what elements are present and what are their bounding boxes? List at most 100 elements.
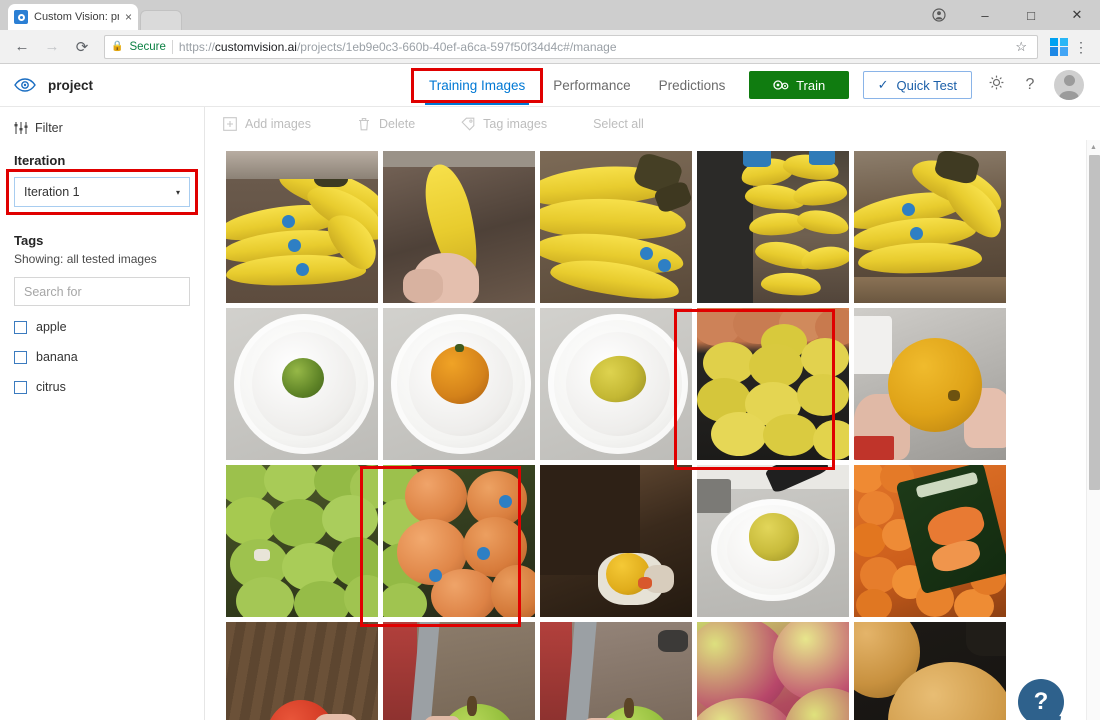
select-all-button[interactable]: Select all (593, 117, 660, 131)
browser-toolbar: ← → ⟳ 🔒 Secure https://customvision.ai/p… (0, 30, 1100, 64)
tag-item-apple[interactable]: apple (14, 320, 190, 334)
tag-item-citrus[interactable]: citrus (14, 380, 190, 394)
delete-label: Delete (379, 116, 416, 131)
sidebar: Filter Iteration Iteration 1 ▾ Tags Show… (0, 107, 205, 720)
browser-tab[interactable]: Custom Vision: project - × (8, 4, 138, 30)
close-icon[interactable]: × (125, 11, 132, 23)
profile-icon[interactable] (916, 0, 962, 30)
avatar[interactable] (1054, 70, 1084, 100)
new-tab-button[interactable] (140, 10, 182, 30)
tag-label-banana: banana (36, 350, 78, 364)
forward-icon[interactable]: → (38, 33, 66, 61)
command-bar: Add images Delete Tag images Select all (205, 107, 1100, 140)
scroll-up-arrow-icon[interactable]: ▲ (1087, 140, 1100, 154)
image-thumbnail[interactable] (854, 465, 1006, 617)
tab-training-images[interactable]: Training Images (415, 65, 539, 105)
add-images-label: Add images (245, 116, 312, 131)
scrollbar-thumb[interactable] (1089, 155, 1100, 490)
browser-menu-icon[interactable]: ⋮ (1070, 40, 1092, 54)
project-name: project (48, 77, 94, 93)
browser-window: Custom Vision: project - × – □ ✕ ← → ⟳ 🔒… (0, 0, 1100, 720)
address-bar[interactable]: 🔒 Secure https://customvision.ai/project… (104, 34, 1038, 59)
back-icon[interactable]: ← (8, 33, 36, 61)
quick-test-button[interactable]: ✓ Quick Test (862, 71, 972, 99)
iteration-heading: Iteration (14, 153, 66, 168)
tab-predictions[interactable]: Predictions (645, 65, 740, 105)
add-images-button[interactable]: Add images (223, 117, 327, 131)
maximize-icon[interactable]: □ (1008, 0, 1054, 30)
help-icon[interactable]: ? (1020, 76, 1040, 94)
checkbox-banana[interactable] (14, 350, 27, 364)
image-thumbnail[interactable] (540, 465, 692, 617)
image-thumbnail[interactable] (697, 151, 849, 303)
filter-label: Filter (35, 121, 63, 135)
help-bubble-label: ? (1033, 688, 1049, 715)
content-area: Add images Delete Tag images Select all (205, 107, 1100, 720)
app-nav-tabs: Training Images Performance Predictions (411, 65, 740, 105)
window-close-icon[interactable]: ✕ (1054, 0, 1100, 30)
tag-label-citrus: citrus (36, 380, 66, 394)
quick-test-label: Quick Test (896, 77, 957, 93)
image-grid-scroll (205, 140, 1086, 720)
iteration-select[interactable]: Iteration 1 ▾ (14, 177, 190, 207)
tag-item-banana[interactable]: banana (14, 350, 190, 364)
gear-icon[interactable] (986, 74, 1006, 96)
image-thumbnail[interactable] (383, 308, 535, 460)
image-thumbnail[interactable] (226, 622, 378, 720)
image-thumbnail[interactable] (226, 151, 378, 303)
image-thumbnail[interactable] (226, 465, 378, 617)
header-actions: Train ✓ Quick Test ? (748, 70, 1100, 100)
chevron-down-icon: ▾ (175, 187, 180, 197)
tag-icon (461, 117, 475, 131)
search-input[interactable] (14, 277, 190, 306)
check-icon: ✓ (877, 77, 889, 92)
minimize-icon[interactable]: – (962, 0, 1008, 30)
image-thumbnail[interactable] (854, 151, 1006, 303)
eye-logo-icon (14, 78, 36, 92)
gears-icon (772, 78, 789, 92)
checkbox-apple[interactable] (14, 320, 27, 334)
vertical-scrollbar[interactable]: ▲ ▼ (1086, 140, 1100, 720)
filter-sliders-icon (14, 122, 28, 134)
filter-control[interactable]: Filter (14, 121, 190, 135)
checkbox-citrus[interactable] (14, 380, 27, 394)
delete-button[interactable]: Delete (357, 117, 431, 131)
lock-icon: 🔒 (111, 41, 124, 52)
image-thumbnail[interactable] (697, 622, 849, 720)
image-thumbnail[interactable] (540, 308, 692, 460)
tag-label-apple: apple (36, 320, 67, 334)
image-thumbnail[interactable] (540, 622, 692, 720)
tags-heading: Tags (14, 233, 44, 248)
secure-label: Secure (129, 40, 166, 53)
image-grid (205, 140, 1086, 720)
train-button[interactable]: Train (748, 71, 849, 99)
image-thumbnail[interactable] (383, 465, 535, 617)
image-thumbnail[interactable] (697, 465, 849, 617)
showing-text: Showing: all tested images (14, 252, 157, 266)
iteration-selected-value: Iteration 1 (24, 185, 80, 199)
windows-extension-icon[interactable] (1050, 37, 1068, 56)
tab-title: Custom Vision: project - (34, 11, 119, 23)
tab-performance[interactable]: Performance (539, 65, 644, 105)
train-button-label: Train (796, 77, 826, 93)
window-controls: – □ ✕ (916, 0, 1100, 30)
tag-images-button[interactable]: Tag images (461, 117, 563, 131)
image-thumbnail[interactable] (226, 308, 378, 460)
image-thumbnail[interactable] (854, 622, 1006, 720)
image-thumbnail[interactable] (383, 151, 535, 303)
select-all-label: Select all (593, 116, 644, 131)
image-thumbnail[interactable] (540, 151, 692, 303)
help-chat-bubble-button[interactable]: ? (1018, 679, 1064, 720)
reload-icon[interactable]: ⟳ (68, 33, 96, 61)
trash-icon (357, 117, 371, 131)
custom-vision-favicon (14, 10, 28, 24)
image-thumbnail[interactable] (697, 308, 849, 460)
image-thumbnail[interactable] (854, 308, 1006, 460)
bookmark-star-icon[interactable]: ☆ (1011, 39, 1031, 55)
brand[interactable]: project (0, 78, 205, 93)
browser-titlebar: Custom Vision: project - × – □ ✕ (0, 0, 1100, 30)
iteration-select-wrapper: Iteration 1 ▾ (6, 169, 198, 215)
tag-images-label: Tag images (483, 116, 548, 131)
image-thumbnail[interactable] (383, 622, 535, 720)
app-body: Filter Iteration Iteration 1 ▾ Tags Show… (0, 107, 1100, 720)
